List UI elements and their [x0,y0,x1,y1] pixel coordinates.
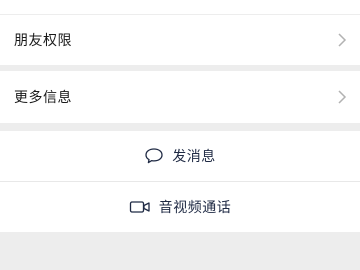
friend-permissions-label: 朋友权限 [14,33,72,49]
chat-bubble-icon [145,148,163,164]
friend-permissions-row[interactable]: 朋友权限 [0,15,360,65]
video-camera-icon [129,201,150,213]
send-message-label: 发消息 [172,149,216,165]
previous-section-strip [0,0,360,14]
video-call-button[interactable]: 音视频通话 [0,182,360,232]
chevron-right-icon [338,90,347,104]
actions-block: 发消息 音视频通话 [0,131,360,232]
contact-profile-page: 朋友权限 更多信息 发消息 音视频通话 [0,0,360,270]
chevron-right-icon [338,33,347,47]
video-call-label: 音视频通话 [158,200,232,216]
more-info-row[interactable]: 更多信息 [0,71,360,123]
send-message-button[interactable]: 发消息 [0,131,360,181]
more-info-label: 更多信息 [14,90,72,106]
